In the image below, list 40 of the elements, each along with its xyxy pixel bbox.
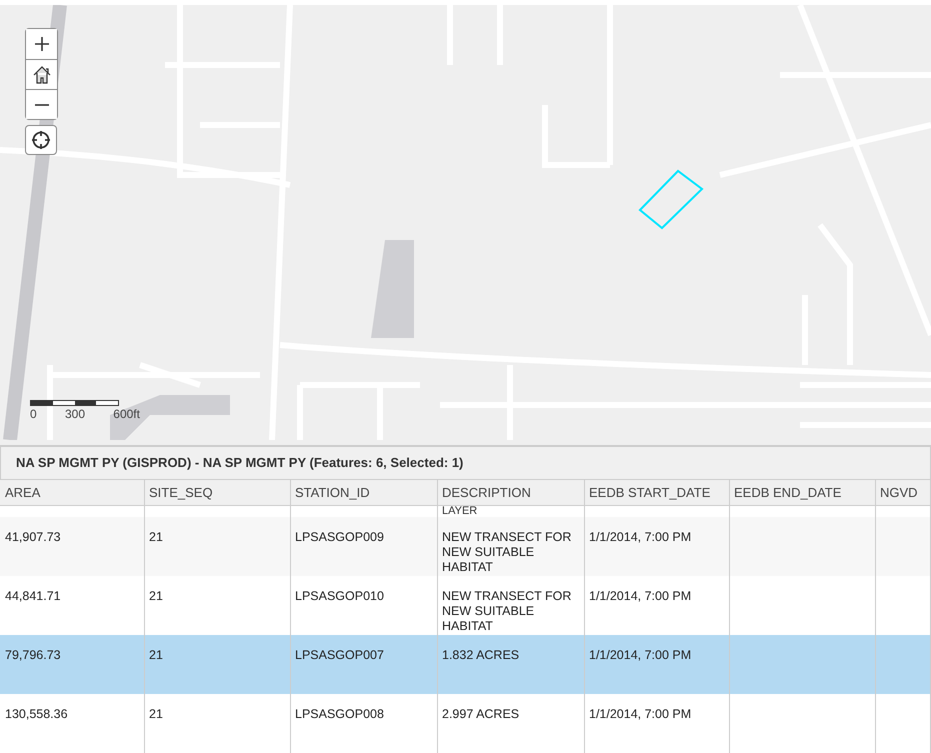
locate-button[interactable] (25, 125, 57, 155)
scale-label: 0 (30, 408, 37, 420)
scale-label: 300 (64, 408, 85, 420)
home-icon (32, 64, 52, 84)
column-header[interactable]: NGVD (876, 480, 931, 505)
table-cell: 1/1/2014, 7:00 PM (589, 589, 692, 603)
plus-icon (34, 36, 50, 52)
scale-label: 600ft (113, 408, 140, 420)
table-row[interactable]: 79,796.73 21 LPSASGOP007 1.832 ACRES 1/1/2014, 7:00 PM (0, 635, 931, 694)
table-cell: 21 (149, 589, 163, 603)
column-header[interactable]: STATION_ID (291, 480, 438, 505)
table-cell: LPSASGOP009 (295, 530, 384, 544)
table-cell: NEW TRANSECT FOR NEW SUITABLE HABITAT (442, 589, 572, 633)
column-header[interactable]: SITE_SEQ (145, 480, 291, 505)
table-cell: 79,796.73 (5, 648, 61, 662)
table-cell: 44,841.71 (5, 589, 61, 603)
table-cell: 21 (149, 530, 163, 544)
table-cell: 1/1/2014, 7:00 PM (589, 530, 692, 544)
column-header[interactable]: EEDB END_DATE (730, 480, 876, 505)
zoom-out-button[interactable] (26, 89, 57, 119)
table-cell: 21 (149, 707, 163, 721)
table-cell: NEW TRANSECT FOR NEW SUITABLE HABITAT (442, 530, 572, 574)
column-header[interactable]: EEDB START_DATE (585, 480, 730, 505)
table-cell: LPSASGOP007 (295, 648, 384, 662)
table-cell: 1.832 ACRES (442, 648, 520, 662)
table-cell: 1/1/2014, 7:00 PM (589, 648, 692, 662)
table-cell: 130,558.36 (5, 707, 68, 721)
locate-icon (31, 130, 51, 150)
minus-icon (34, 104, 50, 106)
table-cell: LAYER (442, 505, 478, 517)
table-cell: 41,907.73 (5, 530, 61, 544)
column-header[interactable]: AREA (0, 480, 145, 505)
table-cell: LPSASGOP010 (295, 589, 384, 603)
table-cell: 1/1/2014, 7:00 PM (589, 707, 692, 721)
table-cell: LPSASGOP008 (295, 707, 384, 721)
table-cell: 2.997 ACRES (442, 707, 520, 721)
table-title: NA SP MGMT PY (GISPROD) - NA SP MGMT PY (Features: 6, Selected: 1) (16, 454, 464, 472)
column-header[interactable]: DESCRIPTION (438, 480, 585, 505)
table-row[interactable]: 41,907.73 21 LPSASGOP009 NEW TRANSECT FOR NEW SUITABLE HABITAT 1/1/2014, 7:00 PM (0, 517, 931, 576)
table-cell: 21 (149, 648, 163, 662)
